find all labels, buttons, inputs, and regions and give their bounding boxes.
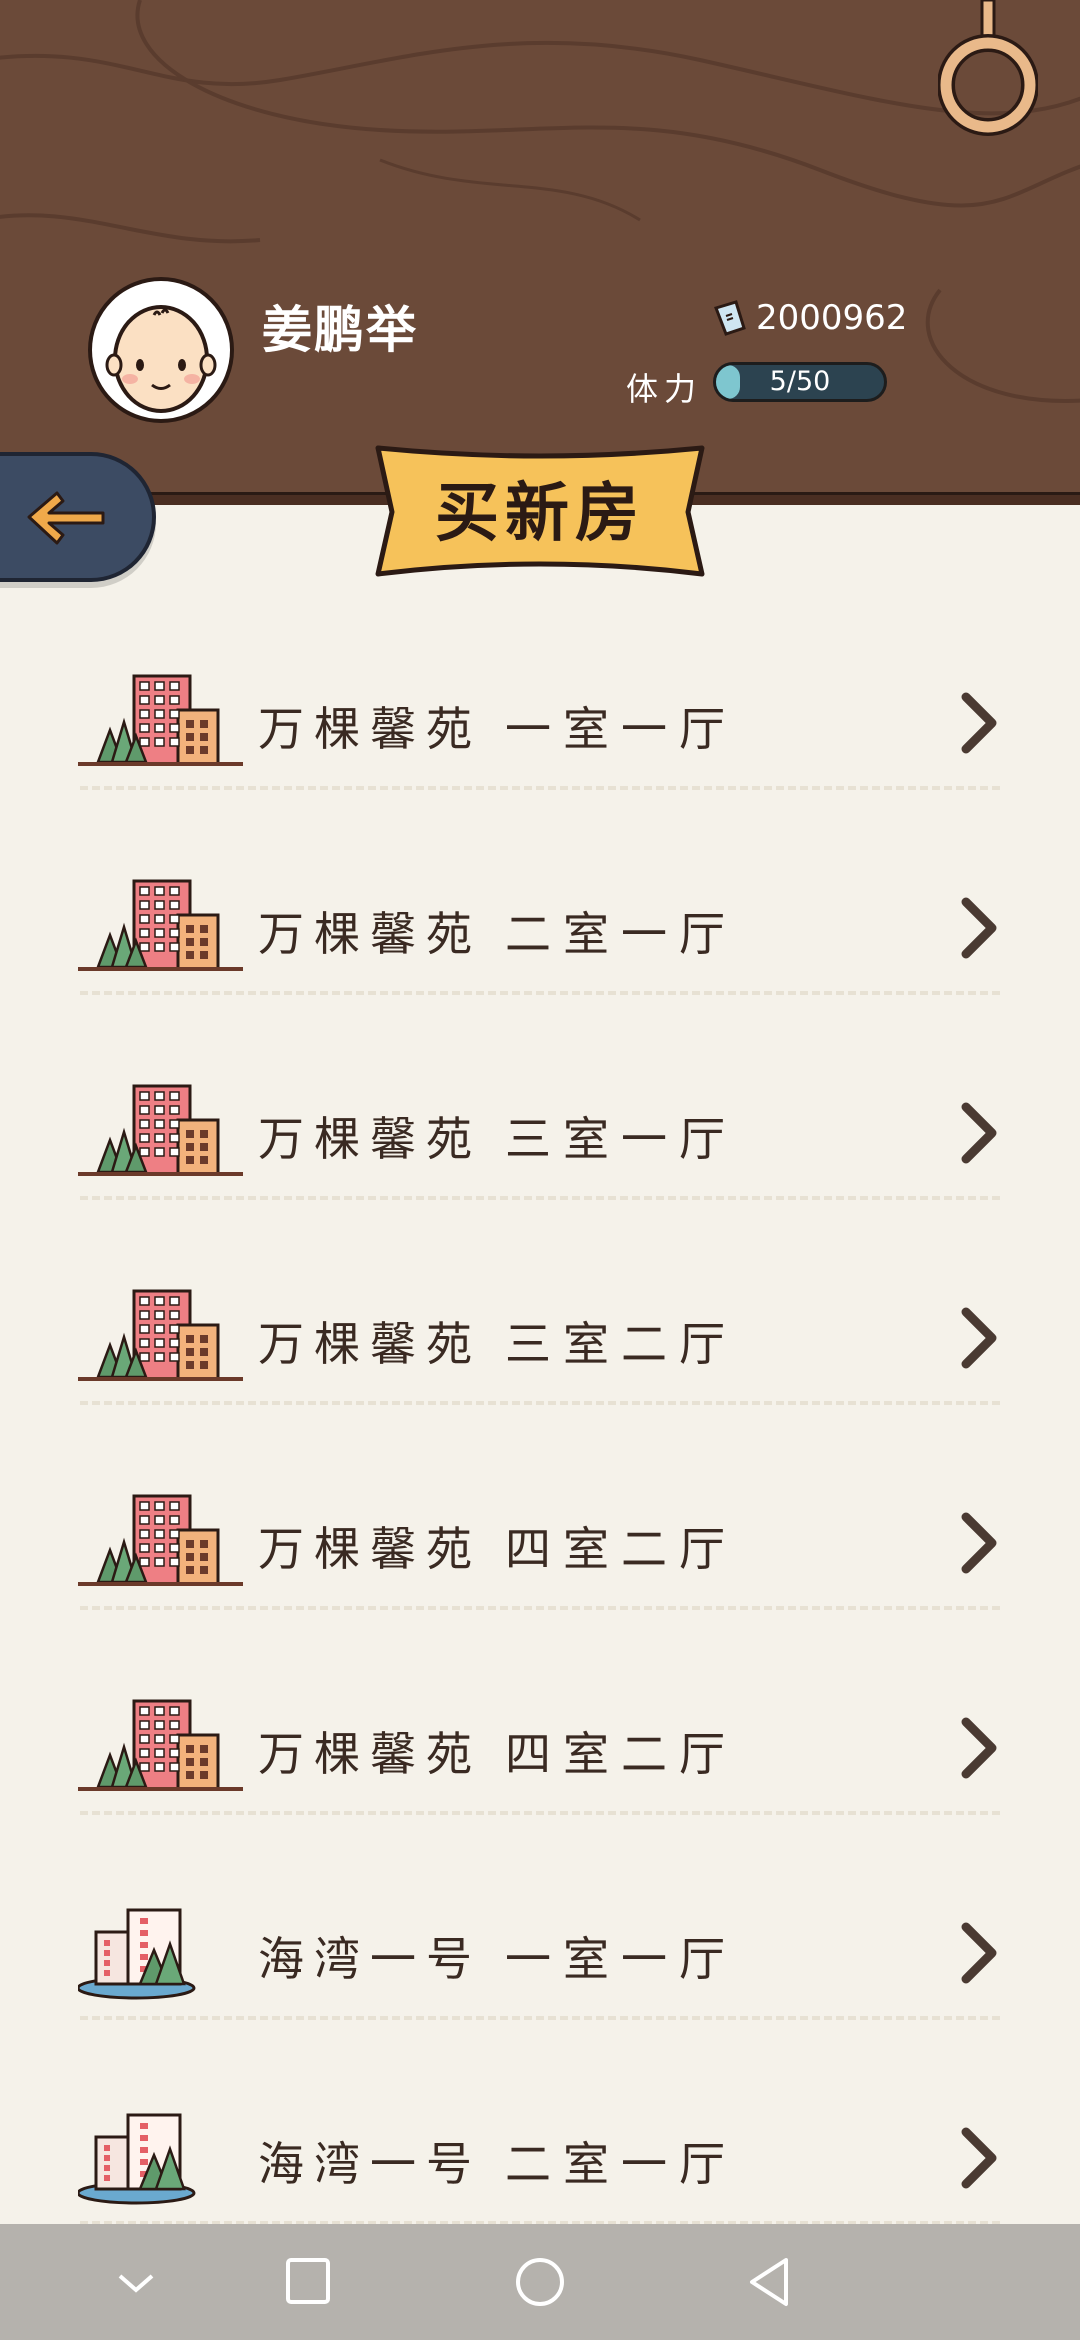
listing-row[interactable]: 万棵馨苑 四室二厅	[0, 1610, 1080, 1815]
header: 姜鹏举 2000962 体力 5/50	[0, 0, 1080, 505]
chevron-right-icon	[961, 1512, 997, 1574]
listing-layout: 三室二厅	[505, 1317, 737, 1371]
system-nav-bar	[0, 2224, 1080, 2340]
apartment-tower-icon	[78, 674, 243, 766]
listing-row[interactable]: 万棵馨苑 一室一厅	[0, 585, 1080, 790]
listing-layout: 四室二厅	[505, 1522, 737, 1576]
coin-balance: 2000962	[712, 298, 907, 338]
stamina-value: 5/50	[769, 366, 831, 397]
wood-texture	[0, 0, 1080, 403]
listing-list: 万棵馨苑 一室一厅 万棵馨苑 二室一厅 万棵馨苑 三室一厅 万棵馨苑三室二厅 万…	[0, 585, 1080, 2225]
baby-face-icon	[105, 305, 217, 413]
listing-name: 万棵馨苑	[258, 1522, 482, 1576]
page-title: 买新房	[435, 476, 645, 551]
chevron-right-icon	[961, 2127, 997, 2189]
arrow-left-icon	[27, 491, 105, 545]
listing-name: 万棵馨苑	[258, 702, 482, 756]
listing-name: 万棵馨苑	[258, 907, 482, 961]
username: 姜鹏举	[262, 300, 418, 359]
back-button[interactable]	[0, 452, 156, 582]
avatar[interactable]	[88, 277, 234, 423]
listing-layout: 二室一厅	[505, 907, 737, 961]
chevron-right-icon	[961, 1717, 997, 1779]
listing-layout: 二室一厅	[505, 2137, 737, 2191]
chevron-right-icon	[961, 1922, 997, 1984]
listing-layout: 一室一厅	[505, 702, 737, 756]
listing-row[interactable]: 海湾一号 一室一厅	[0, 1815, 1080, 2020]
listing-row[interactable]: 海湾一号 二室一厅	[0, 2020, 1080, 2225]
listing-name: 海湾一号	[258, 2137, 482, 2191]
chevron-right-icon	[961, 692, 997, 754]
ring-icon[interactable]	[938, 0, 1038, 140]
chevron-right-icon	[961, 1102, 997, 1164]
listing-row[interactable]: 万棵馨苑 四室二厅	[0, 1405, 1080, 1610]
listing-name: 万棵馨苑	[258, 1112, 482, 1166]
listing-row[interactable]: 万棵馨苑 二室一厅	[0, 790, 1080, 995]
recents-square-icon[interactable]	[278, 2252, 338, 2312]
apartment-tower-icon	[78, 1494, 243, 1586]
seaside-building-icon	[78, 2113, 196, 2205]
stamina-bar: 5/50	[713, 362, 887, 402]
listing-name: 万棵馨苑	[258, 1317, 482, 1371]
apartment-tower-icon	[78, 1699, 243, 1791]
apartment-tower-icon	[78, 1289, 243, 1381]
seaside-building-icon	[78, 1908, 196, 2000]
apartment-tower-icon	[78, 879, 243, 971]
chevron-right-icon	[961, 897, 997, 959]
listing-row[interactable]: 万棵馨苑 三室一厅	[0, 995, 1080, 1200]
apartment-tower-icon	[78, 1084, 243, 1176]
stamina-label: 体力	[626, 370, 703, 408]
home-circle-icon[interactable]	[510, 2252, 570, 2312]
listing-name: 万棵馨苑	[258, 1727, 482, 1781]
back-triangle-icon[interactable]	[740, 2252, 800, 2312]
listing-layout: 四室二厅	[505, 1727, 737, 1781]
listing-layout: 一室一厅	[505, 1932, 737, 1986]
listing-name: 海湾一号	[258, 1932, 482, 1986]
listing-row[interactable]: 万棵馨苑 三室二厅	[0, 1200, 1080, 1405]
listing-layout: 三室一厅	[505, 1112, 737, 1166]
banknote-icon	[714, 300, 746, 336]
chevron-right-icon	[961, 1307, 997, 1369]
coin-amount: 2000962	[756, 298, 908, 338]
chevron-down-icon[interactable]	[106, 2252, 166, 2312]
